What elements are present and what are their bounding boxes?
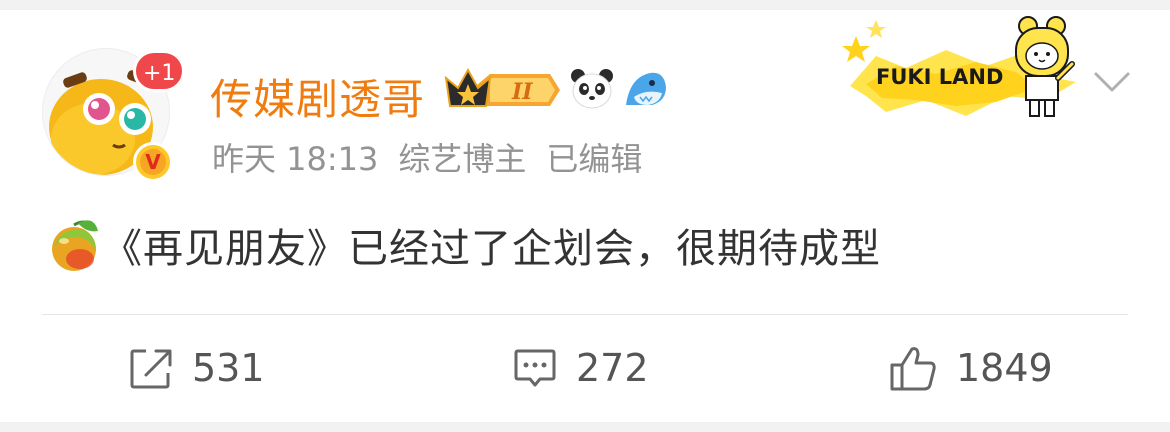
yellow-bear-mascot-icon <box>1015 16 1075 117</box>
crown-level-text: II <box>511 79 533 105</box>
comment-count: 272 <box>576 346 649 390</box>
edited-label[interactable]: 已编辑 <box>546 140 642 178</box>
like-button[interactable]: 1849 <box>888 340 1053 396</box>
mango-emoji-icon <box>52 220 98 271</box>
author-role: 综艺博主 <box>398 140 527 178</box>
more-options-button[interactable] <box>1090 60 1134 104</box>
notification-badge: +1 <box>133 50 186 92</box>
author-avatar-group[interactable]: +1 V <box>42 48 186 182</box>
comment-button[interactable]: 272 <box>512 340 649 396</box>
like-count: 1849 <box>956 346 1053 390</box>
post-meta: 昨天 18:13 综艺博主 已编辑 <box>212 134 662 180</box>
repost-button[interactable]: 531 <box>128 340 265 396</box>
chevron-down-icon <box>1094 72 1130 92</box>
feed-gap-top <box>0 0 1170 10</box>
shark-icon[interactable] <box>622 67 668 111</box>
verified-mark: V <box>140 149 166 175</box>
author-name[interactable]: 传媒剧透哥 <box>210 66 425 127</box>
post-time: 昨天 18:13 <box>212 140 379 178</box>
actions-divider <box>42 314 1128 315</box>
repost-count: 531 <box>192 346 265 390</box>
feed-gap-bottom <box>0 422 1170 432</box>
verified-badge-icon: V <box>133 142 173 182</box>
crown-level-badge-icon[interactable]: II <box>444 66 562 112</box>
sticker-text: FUKI LAND <box>876 65 1003 89</box>
thumbs-up-icon <box>890 347 936 391</box>
comment-icon <box>514 349 556 387</box>
panda-icon[interactable] <box>570 67 614 111</box>
repost-icon <box>130 349 172 389</box>
post-content[interactable]: 《再见朋友》已经过了企划会，很期待成型 <box>50 216 881 274</box>
author-badges: II <box>444 66 668 112</box>
post-text: 《再见朋友》已经过了企划会，很期待成型 <box>102 226 881 272</box>
fuki-land-sticker[interactable]: FUKI LAND <box>836 16 1092 120</box>
